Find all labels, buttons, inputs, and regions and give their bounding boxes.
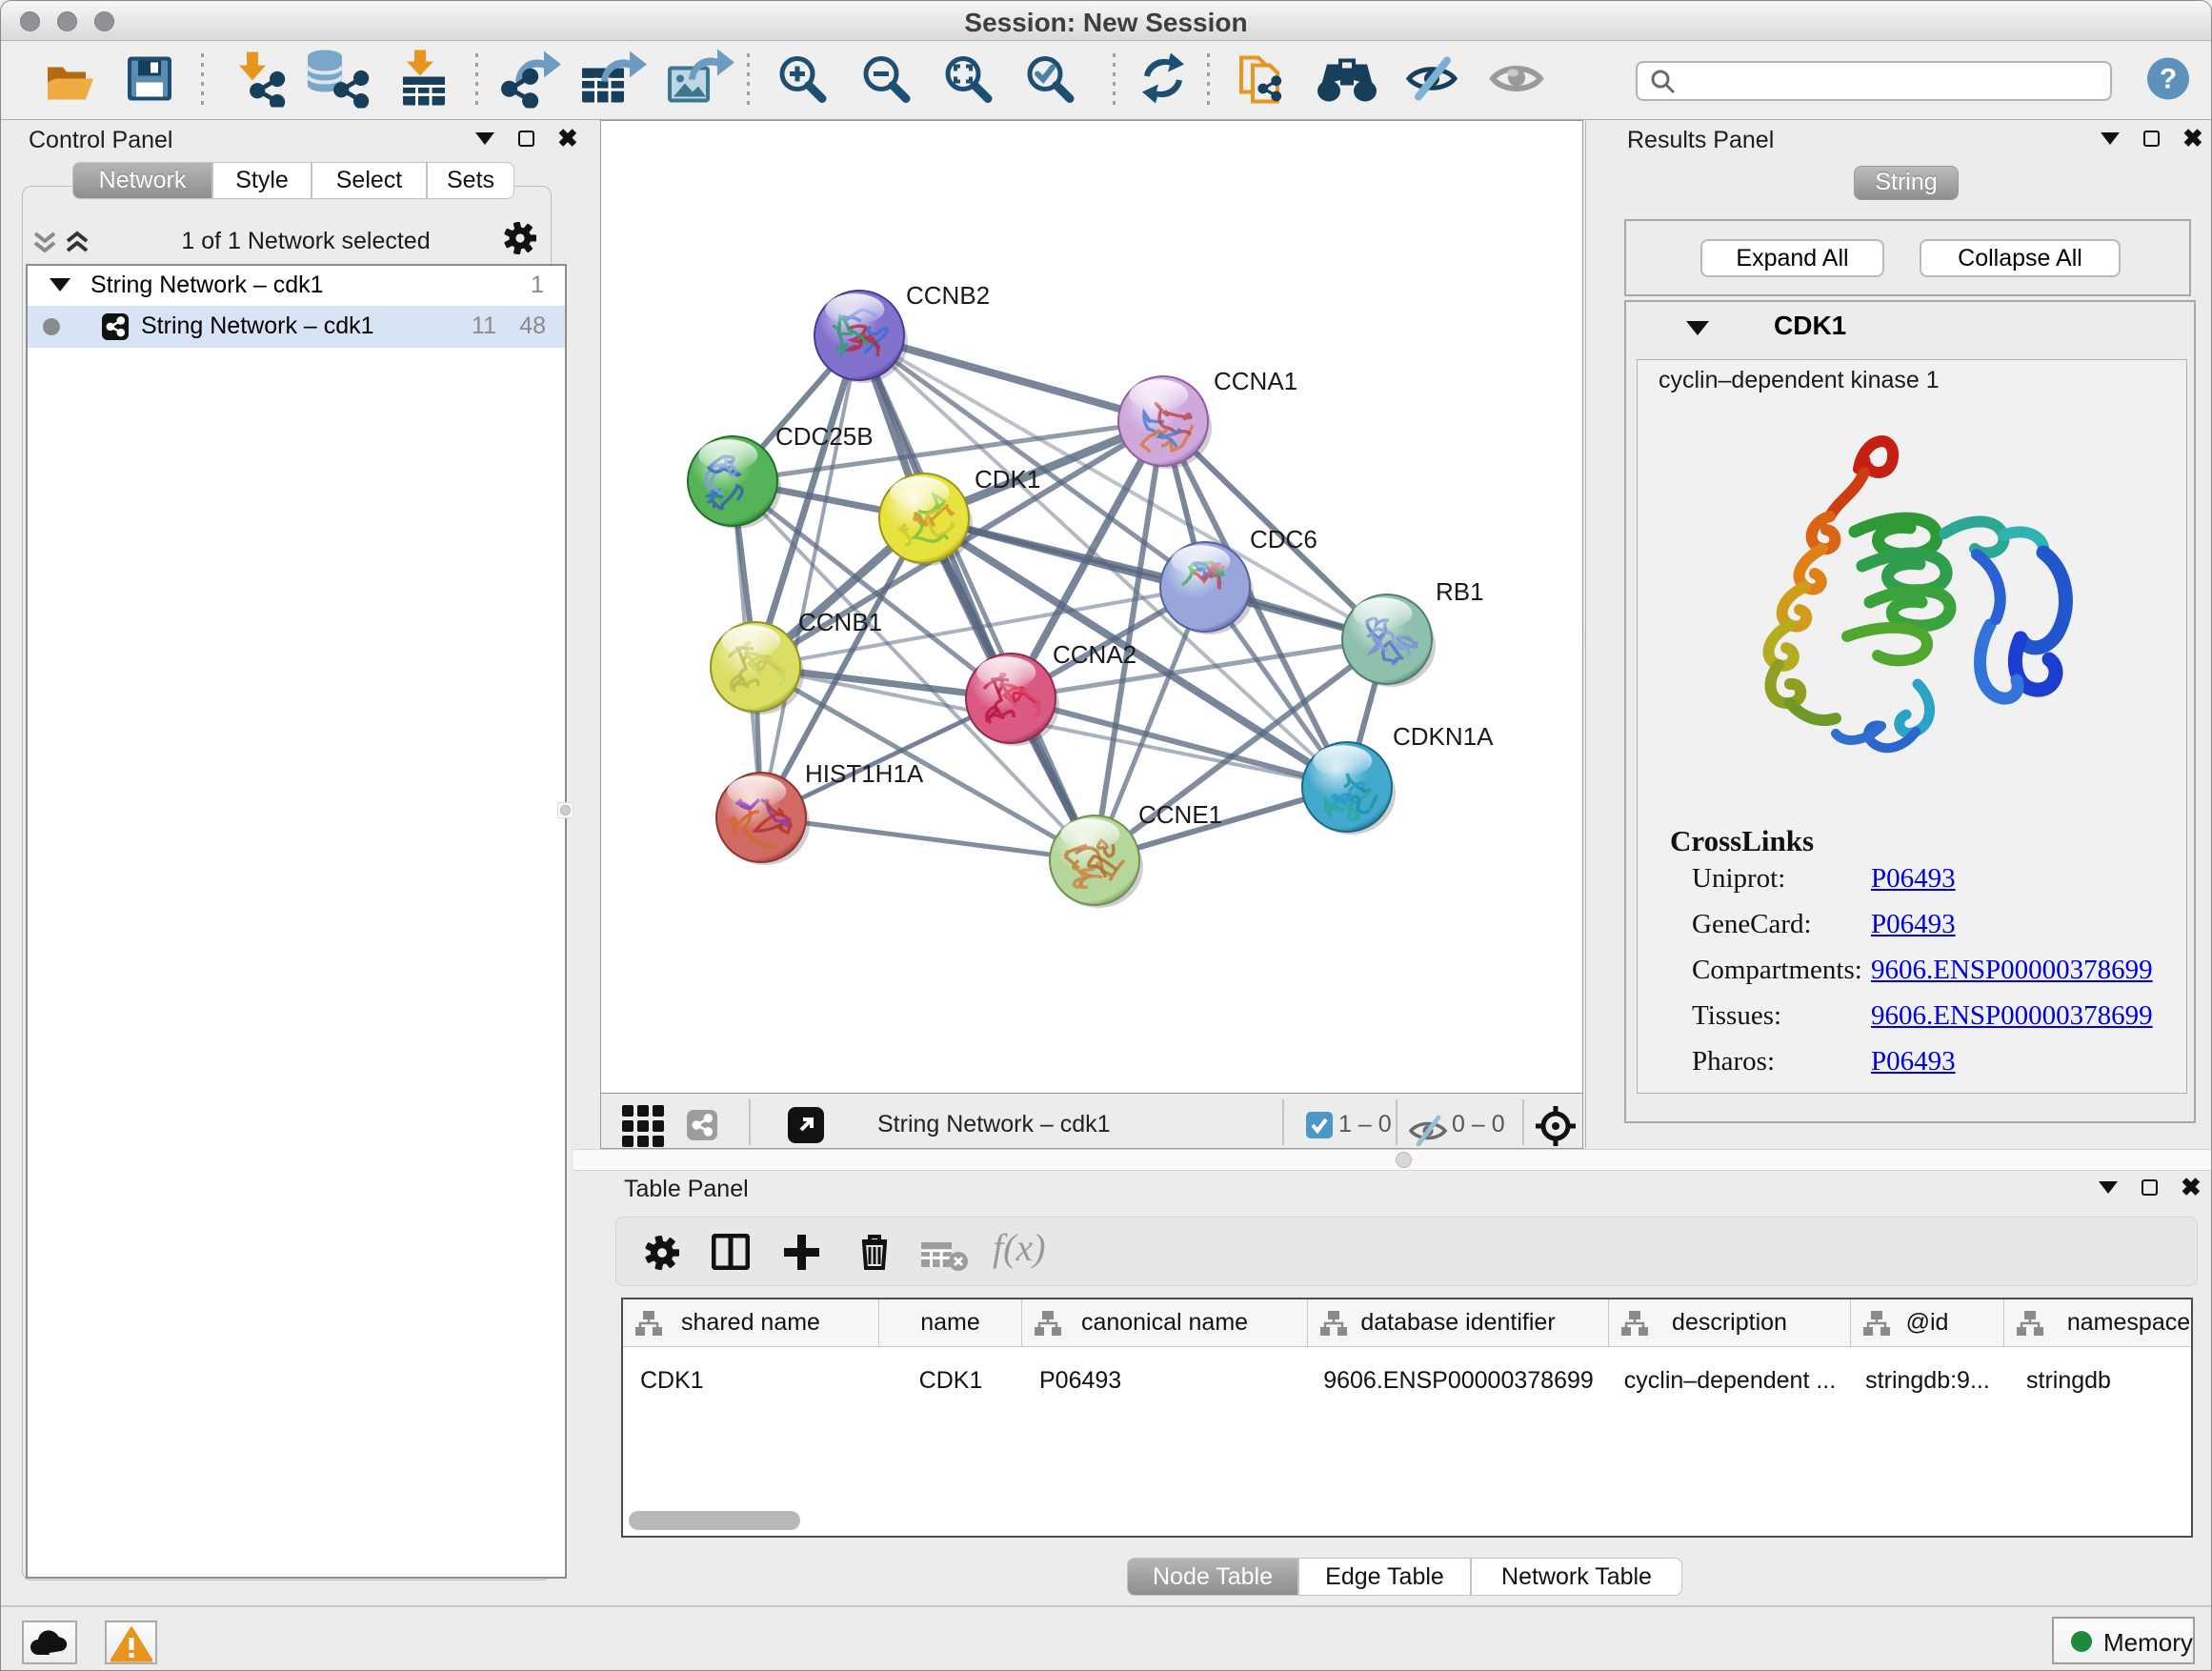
svg-text:CDC25B: CDC25B (775, 422, 874, 451)
svg-text:CCNB1: CCNB1 (798, 608, 882, 636)
svg-text:?: ? (2160, 63, 2177, 94)
svg-text:CDC6: CDC6 (1250, 525, 1317, 554)
svg-text:CCNB2: CCNB2 (906, 281, 990, 310)
svg-text:CCNE1: CCNE1 (1138, 800, 1222, 829)
svg-text:CCNA1: CCNA1 (1214, 367, 1297, 395)
svg-text:CDK1: CDK1 (975, 465, 1040, 493)
svg-text:CDKN1A: CDKN1A (1393, 722, 1494, 751)
svg-text:CCNA2: CCNA2 (1053, 640, 1136, 669)
svg-text:RB1: RB1 (1436, 577, 1484, 606)
svg-text:HIST1H1A: HIST1H1A (805, 759, 924, 788)
